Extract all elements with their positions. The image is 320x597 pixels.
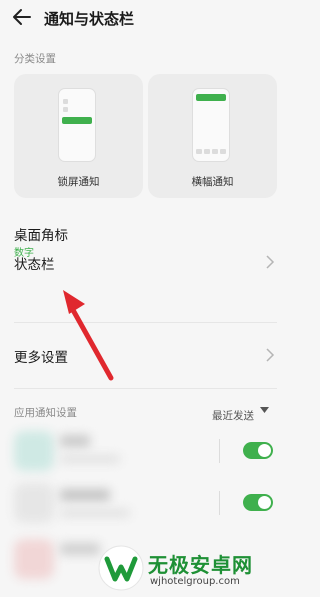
annotation-arrow-icon bbox=[63, 290, 114, 381]
app-detail-placeholder bbox=[60, 509, 130, 517]
status-bar-row[interactable]: 状态栏 bbox=[0, 250, 291, 300]
banner-preview-icon bbox=[192, 88, 230, 162]
banner-notification-label: 横幅通知 bbox=[191, 176, 234, 188]
sort-dropdown[interactable]: 最近发送 bbox=[212, 404, 269, 422]
page-title: 通知与状态栏 bbox=[44, 10, 135, 28]
app-icon bbox=[14, 431, 54, 471]
app-row[interactable] bbox=[0, 425, 291, 477]
caret-down-icon bbox=[260, 407, 269, 413]
chevron-right-icon bbox=[266, 255, 275, 269]
app-name-placeholder bbox=[60, 543, 100, 555]
app-notification-toggle[interactable] bbox=[243, 494, 273, 511]
chevron-right-icon bbox=[266, 348, 275, 362]
sort-dropdown-value: 最近发送 bbox=[212, 410, 254, 422]
more-settings-row[interactable]: 更多设置 bbox=[0, 340, 291, 372]
app-notification-settings-label: 应用通知设置 bbox=[14, 407, 77, 419]
app-name-placeholder bbox=[60, 435, 90, 447]
lockscreen-notification-card[interactable]: 锁屏通知 bbox=[14, 74, 143, 198]
app-name-placeholder bbox=[60, 489, 110, 501]
divider bbox=[14, 322, 277, 323]
watermark-logo-icon bbox=[98, 545, 144, 591]
banner-notification-card[interactable]: 横幅通知 bbox=[148, 74, 277, 198]
lockscreen-preview-icon bbox=[58, 88, 96, 162]
app-icon bbox=[14, 539, 54, 579]
lockscreen-notification-label: 锁屏通知 bbox=[57, 176, 100, 188]
status-bar-title: 状态栏 bbox=[14, 257, 55, 273]
watermark-brand: 无极安卓网 bbox=[148, 553, 253, 577]
back-arrow-icon[interactable] bbox=[12, 8, 32, 26]
app-detail-placeholder bbox=[60, 455, 120, 463]
app-icon bbox=[14, 483, 54, 523]
desktop-badge-title: 桌面角标 bbox=[14, 228, 68, 244]
divider bbox=[14, 388, 277, 389]
category-settings-label: 分类设置 bbox=[14, 53, 56, 65]
app-row[interactable] bbox=[0, 477, 291, 529]
app-notification-toggle[interactable] bbox=[243, 442, 273, 459]
watermark: 无极安卓网 wjhotelgroup.com bbox=[98, 545, 288, 595]
separator bbox=[219, 439, 220, 463]
separator bbox=[219, 491, 220, 515]
watermark-url: wjhotelgroup.com bbox=[150, 576, 240, 587]
